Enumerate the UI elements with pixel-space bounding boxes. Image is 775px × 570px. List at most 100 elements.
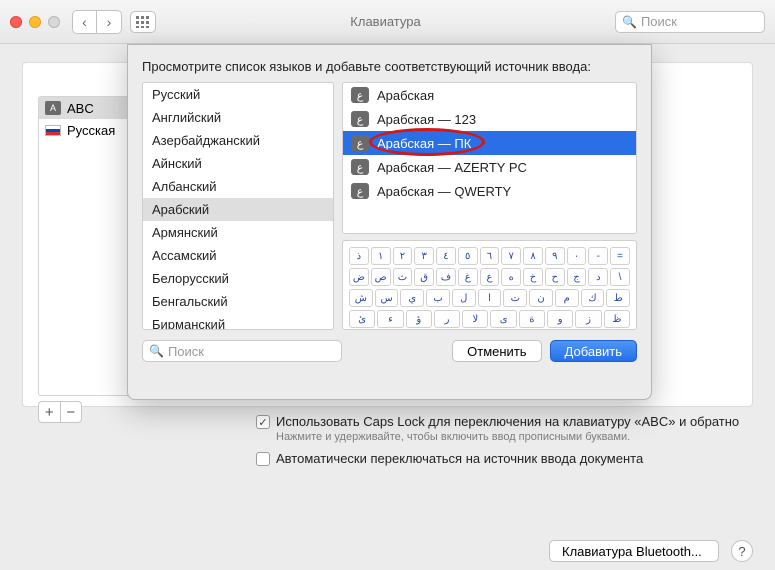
keyboard-key: ج bbox=[567, 268, 587, 286]
help-button[interactable]: ? bbox=[731, 540, 753, 562]
language-row[interactable]: Бирманский bbox=[143, 313, 333, 330]
layout-label: Арабская — 123 bbox=[377, 112, 476, 127]
toolbar-search[interactable]: 🔍 Поиск bbox=[615, 11, 765, 33]
keyboard-key: ء bbox=[377, 310, 403, 328]
close-icon[interactable] bbox=[10, 16, 22, 28]
sheet-instruction: Просмотрите список языков и добавьте соо… bbox=[142, 59, 637, 74]
arabic-badge-icon: ع bbox=[351, 183, 369, 199]
add-source-button[interactable]: + bbox=[39, 402, 61, 422]
bluetooth-keyboard-button[interactable]: Клавиатура Bluetooth... bbox=[549, 540, 719, 562]
keyboard-key: د bbox=[588, 268, 608, 286]
layout-label: Арабская — ПК bbox=[377, 136, 471, 151]
add-remove-segment[interactable]: + − bbox=[38, 401, 82, 423]
search-placeholder: Поиск bbox=[168, 344, 204, 359]
arabic-badge-icon: ع bbox=[351, 111, 369, 127]
keyboard-badge-icon: A bbox=[45, 101, 61, 115]
keyboard-key: \ bbox=[610, 268, 630, 286]
language-row[interactable]: Белорусский bbox=[143, 267, 333, 290]
back-button[interactable]: ‹ bbox=[73, 11, 97, 33]
arabic-badge-icon: ع bbox=[351, 135, 369, 151]
grid-icon bbox=[136, 16, 150, 28]
keyboard-key: ف bbox=[436, 268, 456, 286]
keyboard-key: ؤ bbox=[406, 310, 432, 328]
layout-row[interactable]: ع Арабская — AZERTY PC bbox=[343, 155, 636, 179]
keyboard-key: ة bbox=[519, 310, 545, 328]
add-button[interactable]: Добавить bbox=[550, 340, 637, 362]
help-icon: ? bbox=[738, 544, 745, 559]
option-label: Автоматически переключаться на источник … bbox=[276, 451, 643, 466]
keyboard-key: - bbox=[588, 247, 608, 265]
keyboard-key: ٤ bbox=[436, 247, 456, 265]
language-row[interactable]: Русский bbox=[143, 83, 333, 106]
option-label: Использовать Caps Lock для переключения … bbox=[276, 414, 739, 429]
remove-source-button[interactable]: − bbox=[61, 402, 82, 422]
keyboard-key: ل bbox=[452, 289, 476, 307]
keyboard-key: ع bbox=[480, 268, 500, 286]
language-row[interactable]: Арабский bbox=[143, 198, 333, 221]
language-row[interactable]: Албанский bbox=[143, 175, 333, 198]
search-placeholder: Поиск bbox=[641, 14, 677, 29]
keyboard-key: ش bbox=[349, 289, 373, 307]
language-list[interactable]: РусскийАнглийскийАзербайджанскийАйнскийА… bbox=[142, 82, 334, 330]
keyboard-key: ص bbox=[371, 268, 391, 286]
keyboard-key: ز bbox=[575, 310, 601, 328]
flag-ru-icon bbox=[45, 125, 61, 136]
keyboard-key: ض bbox=[349, 268, 369, 286]
keyboard-key: ٨ bbox=[523, 247, 543, 265]
layout-row[interactable]: عАрабская — QWERTY bbox=[343, 179, 636, 203]
keyboard-key: ب bbox=[426, 289, 450, 307]
nav-back-forward[interactable]: ‹ › bbox=[72, 10, 122, 34]
show-all-button[interactable] bbox=[130, 11, 156, 33]
keyboard-key: ن bbox=[529, 289, 553, 307]
language-row[interactable]: Азербайджанский bbox=[143, 129, 333, 152]
layout-row[interactable]: ع Арабская — 123 bbox=[343, 107, 636, 131]
forward-button[interactable]: › bbox=[97, 11, 121, 33]
layout-row[interactable]: عАрабская bbox=[343, 83, 636, 107]
layout-list[interactable]: عАрабскаяعАрабская — 123عАрабская — ПКعА… bbox=[342, 82, 637, 234]
keyboard-key: ٢ bbox=[393, 247, 413, 265]
checkbox-icon[interactable] bbox=[256, 415, 270, 429]
keyboard-key: ح bbox=[545, 268, 565, 286]
keyboard-row: ئءؤرلاىةوزظ bbox=[349, 310, 630, 328]
keyboard-key: لا bbox=[462, 310, 488, 328]
option-capslock[interactable]: Использовать Caps Lock для переключения … bbox=[256, 414, 743, 429]
keyboard-preview: ذ١٢٣٤٥٦٧٨٩٠-=ضصثقفغعهخحجد\شسيبلاتنمكطئءؤ… bbox=[342, 240, 637, 330]
arabic-badge-icon: ع bbox=[351, 87, 369, 103]
language-row[interactable]: Ассамский bbox=[143, 244, 333, 267]
button-label: Клавиатура Bluetooth... bbox=[562, 544, 702, 559]
zoom-icon bbox=[48, 16, 60, 28]
option-autoswitch[interactable]: Автоматически переключаться на источник … bbox=[256, 451, 743, 466]
keyboard-key: س bbox=[375, 289, 399, 307]
search-icon: 🔍 bbox=[149, 344, 164, 358]
keyboard-key: غ bbox=[458, 268, 478, 286]
language-row[interactable]: Армянский bbox=[143, 221, 333, 244]
keyboard-key: = bbox=[610, 247, 630, 265]
window-controls bbox=[10, 16, 60, 28]
keyboard-key: و bbox=[547, 310, 573, 328]
language-row[interactable]: Бенгальский bbox=[143, 290, 333, 313]
keyboard-row: ضصثقفغعهخحجد\ bbox=[349, 268, 630, 286]
keyboard-key: خ bbox=[523, 268, 543, 286]
keyboard-key: ٠ bbox=[567, 247, 587, 265]
language-row[interactable]: Английский bbox=[143, 106, 333, 129]
keyboard-key: ه bbox=[501, 268, 521, 286]
keyboard-key: ت bbox=[503, 289, 527, 307]
keyboard-row: شسيبلاتنمكط bbox=[349, 289, 630, 307]
arabic-badge-icon: ع bbox=[351, 159, 369, 175]
language-row[interactable]: Айнский bbox=[143, 152, 333, 175]
cancel-button[interactable]: Отменить bbox=[452, 340, 541, 362]
layout-label: Арабская — AZERTY PC bbox=[377, 160, 527, 175]
keyboard-key: ث bbox=[393, 268, 413, 286]
keyboard-key: ٥ bbox=[458, 247, 478, 265]
source-label: ABC bbox=[67, 101, 94, 116]
add-input-source-sheet: Просмотрите список языков и добавьте соо… bbox=[127, 44, 652, 400]
sheet-search[interactable]: 🔍 Поиск bbox=[142, 340, 342, 362]
keyboard-key: م bbox=[555, 289, 579, 307]
options-block: Использовать Caps Lock для переключения … bbox=[256, 414, 743, 472]
toolbar: ‹ › Клавиатура 🔍 Поиск bbox=[0, 0, 775, 44]
checkbox-icon[interactable] bbox=[256, 452, 270, 466]
window-title: Клавиатура bbox=[156, 14, 615, 29]
keyboard-key: ق bbox=[414, 268, 434, 286]
layout-row[interactable]: ع Арабская — ПК bbox=[343, 131, 636, 155]
minimize-icon[interactable] bbox=[29, 16, 41, 28]
